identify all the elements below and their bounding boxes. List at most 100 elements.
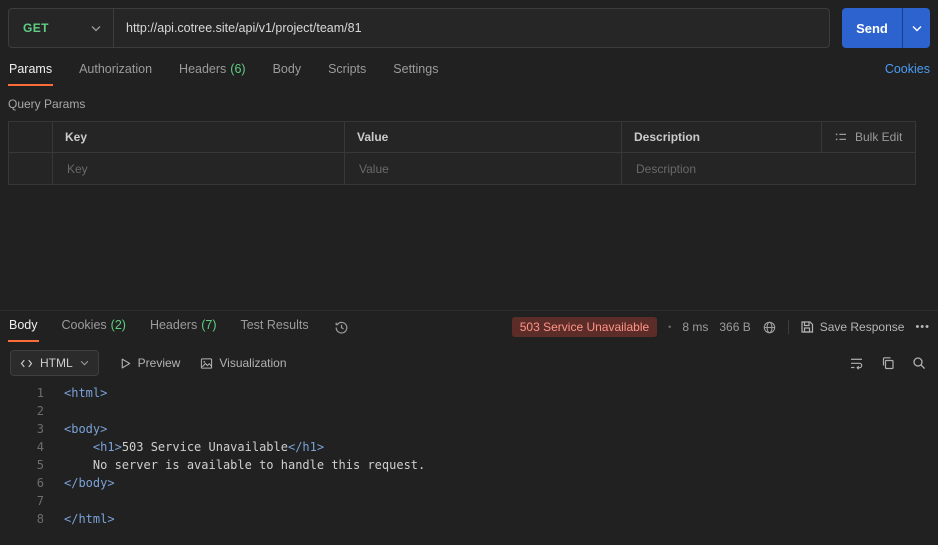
send-group: Send xyxy=(842,8,930,48)
chevron-down-icon xyxy=(80,360,89,366)
request-bar: GET Send xyxy=(8,8,930,48)
line-number: 8 xyxy=(36,512,44,526)
line-number: 4 xyxy=(36,440,44,454)
response-tab-body[interactable]: Body xyxy=(8,312,39,342)
code-line: 5 No server is available to handle this … xyxy=(0,456,938,474)
copy-icon[interactable] xyxy=(881,356,895,370)
response-meta: 503 Service Unavailable • 8 ms 366 B Sav… xyxy=(511,317,930,337)
status-badge: 503 Service Unavailable xyxy=(511,317,658,337)
param-key-input[interactable] xyxy=(65,160,332,177)
column-header-description: Description xyxy=(622,122,822,152)
method-label: GET xyxy=(23,21,49,35)
history-icon[interactable] xyxy=(334,320,349,335)
format-label: HTML xyxy=(40,356,73,370)
params-table-row xyxy=(9,153,915,184)
tab-label: Params xyxy=(9,62,53,76)
response-tabs: Body Cookies (2) Headers (7) Test Result… xyxy=(8,312,930,342)
response-body-code[interactable]: 1 <html> 2 3 <body> 4 <h1>503 Service Unavail… xyxy=(0,381,938,545)
play-icon xyxy=(119,357,132,370)
code-line: 1 <html> xyxy=(0,384,938,402)
tab-label: Cookies xyxy=(61,318,107,332)
tab-count: (6) xyxy=(230,62,246,76)
save-icon xyxy=(800,320,814,334)
line-number: 6 xyxy=(36,476,44,490)
meta-separator-dot: • xyxy=(668,322,672,332)
code-content: No server is available to handle this re… xyxy=(92,458,426,472)
code-content: <h1>503 Service Unavailable</h1> xyxy=(92,440,325,454)
tab-label: Scripts xyxy=(328,62,367,76)
bulk-edit-label: Bulk Edit xyxy=(855,130,903,144)
tab-scripts[interactable]: Scripts xyxy=(327,57,367,86)
code-content: </html> xyxy=(64,512,115,526)
response-tab-cookies[interactable]: Cookies (2) xyxy=(61,312,127,342)
send-options-button[interactable] xyxy=(902,8,930,48)
bulk-edit-icon xyxy=(834,130,848,144)
bulk-edit-button[interactable]: Bulk Edit xyxy=(822,122,915,152)
cookies-link[interactable]: Cookies xyxy=(885,57,930,76)
line-number: 2 xyxy=(36,404,44,418)
url-group: GET xyxy=(8,8,830,48)
send-button[interactable]: Send xyxy=(842,8,902,48)
tab-label: Test Results xyxy=(240,318,309,332)
code-line: 8 </html> xyxy=(0,510,938,528)
preview-label: Preview xyxy=(137,356,181,370)
code-line: 4 <h1>503 Service Unavailable</h1> xyxy=(0,438,938,456)
tab-params[interactable]: Params xyxy=(8,57,54,86)
response-tab-test-results[interactable]: Test Results xyxy=(239,312,309,342)
preview-button[interactable]: Preview xyxy=(119,356,181,370)
line-number: 5 xyxy=(36,458,44,472)
code-content: </body> xyxy=(64,476,115,490)
tab-headers[interactable]: Headers (6) xyxy=(178,57,247,86)
param-description-input[interactable] xyxy=(634,160,903,177)
code-content: <body> xyxy=(64,422,108,436)
response-size: 366 B xyxy=(719,320,751,334)
response-section-divider xyxy=(0,310,938,311)
save-response-label: Save Response xyxy=(819,320,905,334)
code-toolbar-icons xyxy=(849,356,926,371)
method-select[interactable]: GET xyxy=(9,9,114,47)
column-header-value: Value xyxy=(345,122,622,152)
tab-count: (7) xyxy=(201,318,217,332)
param-value-input[interactable] xyxy=(357,160,609,177)
tab-label: Body xyxy=(9,318,38,332)
query-params-table: Key Value Description Bulk Edit xyxy=(8,121,916,185)
column-header-key: Key xyxy=(53,122,345,152)
visualization-button[interactable]: Visualization xyxy=(200,356,287,370)
response-time: 8 ms xyxy=(682,320,709,334)
tab-label: Headers xyxy=(149,318,198,332)
row-select-cell[interactable] xyxy=(9,153,53,184)
code-line: 7 xyxy=(0,492,938,510)
line-number: 3 xyxy=(36,422,44,436)
visualization-label: Visualization xyxy=(219,356,287,370)
wrap-text-icon[interactable] xyxy=(849,356,864,371)
response-tab-headers[interactable]: Headers (7) xyxy=(149,312,218,342)
tab-body[interactable]: Body xyxy=(272,57,303,86)
request-tabs: Params Authorization Headers (6) Body Sc… xyxy=(8,57,930,86)
url-input[interactable] xyxy=(114,9,829,47)
response-toolbar: HTML Preview Visualization xyxy=(10,349,926,377)
query-params-title: Query Params xyxy=(8,97,86,111)
network-globe-icon[interactable] xyxy=(762,320,777,335)
tab-label: Headers xyxy=(179,62,227,76)
format-select[interactable]: HTML xyxy=(10,350,99,376)
code-line: 6 </body> xyxy=(0,474,938,492)
chevron-down-icon xyxy=(912,25,922,32)
tab-count: (2) xyxy=(110,318,126,332)
tab-settings[interactable]: Settings xyxy=(392,57,439,86)
line-number: 7 xyxy=(36,494,44,508)
search-icon[interactable] xyxy=(912,356,926,370)
code-content: <html> xyxy=(64,386,108,400)
tab-authorization[interactable]: Authorization xyxy=(78,57,153,86)
more-options-button[interactable]: ••• xyxy=(915,321,930,333)
tab-label: Settings xyxy=(393,62,439,76)
line-number: 1 xyxy=(36,386,44,400)
select-column-header xyxy=(9,122,53,152)
meta-divider xyxy=(787,320,789,334)
save-response-button[interactable]: Save Response xyxy=(800,320,905,334)
image-icon xyxy=(200,357,213,370)
code-line: 3 <body> xyxy=(0,420,938,438)
tab-label: Authorization xyxy=(79,62,153,76)
chevron-down-icon xyxy=(91,25,101,32)
params-table-header: Key Value Description Bulk Edit xyxy=(9,122,915,153)
tab-label: Body xyxy=(272,62,302,76)
